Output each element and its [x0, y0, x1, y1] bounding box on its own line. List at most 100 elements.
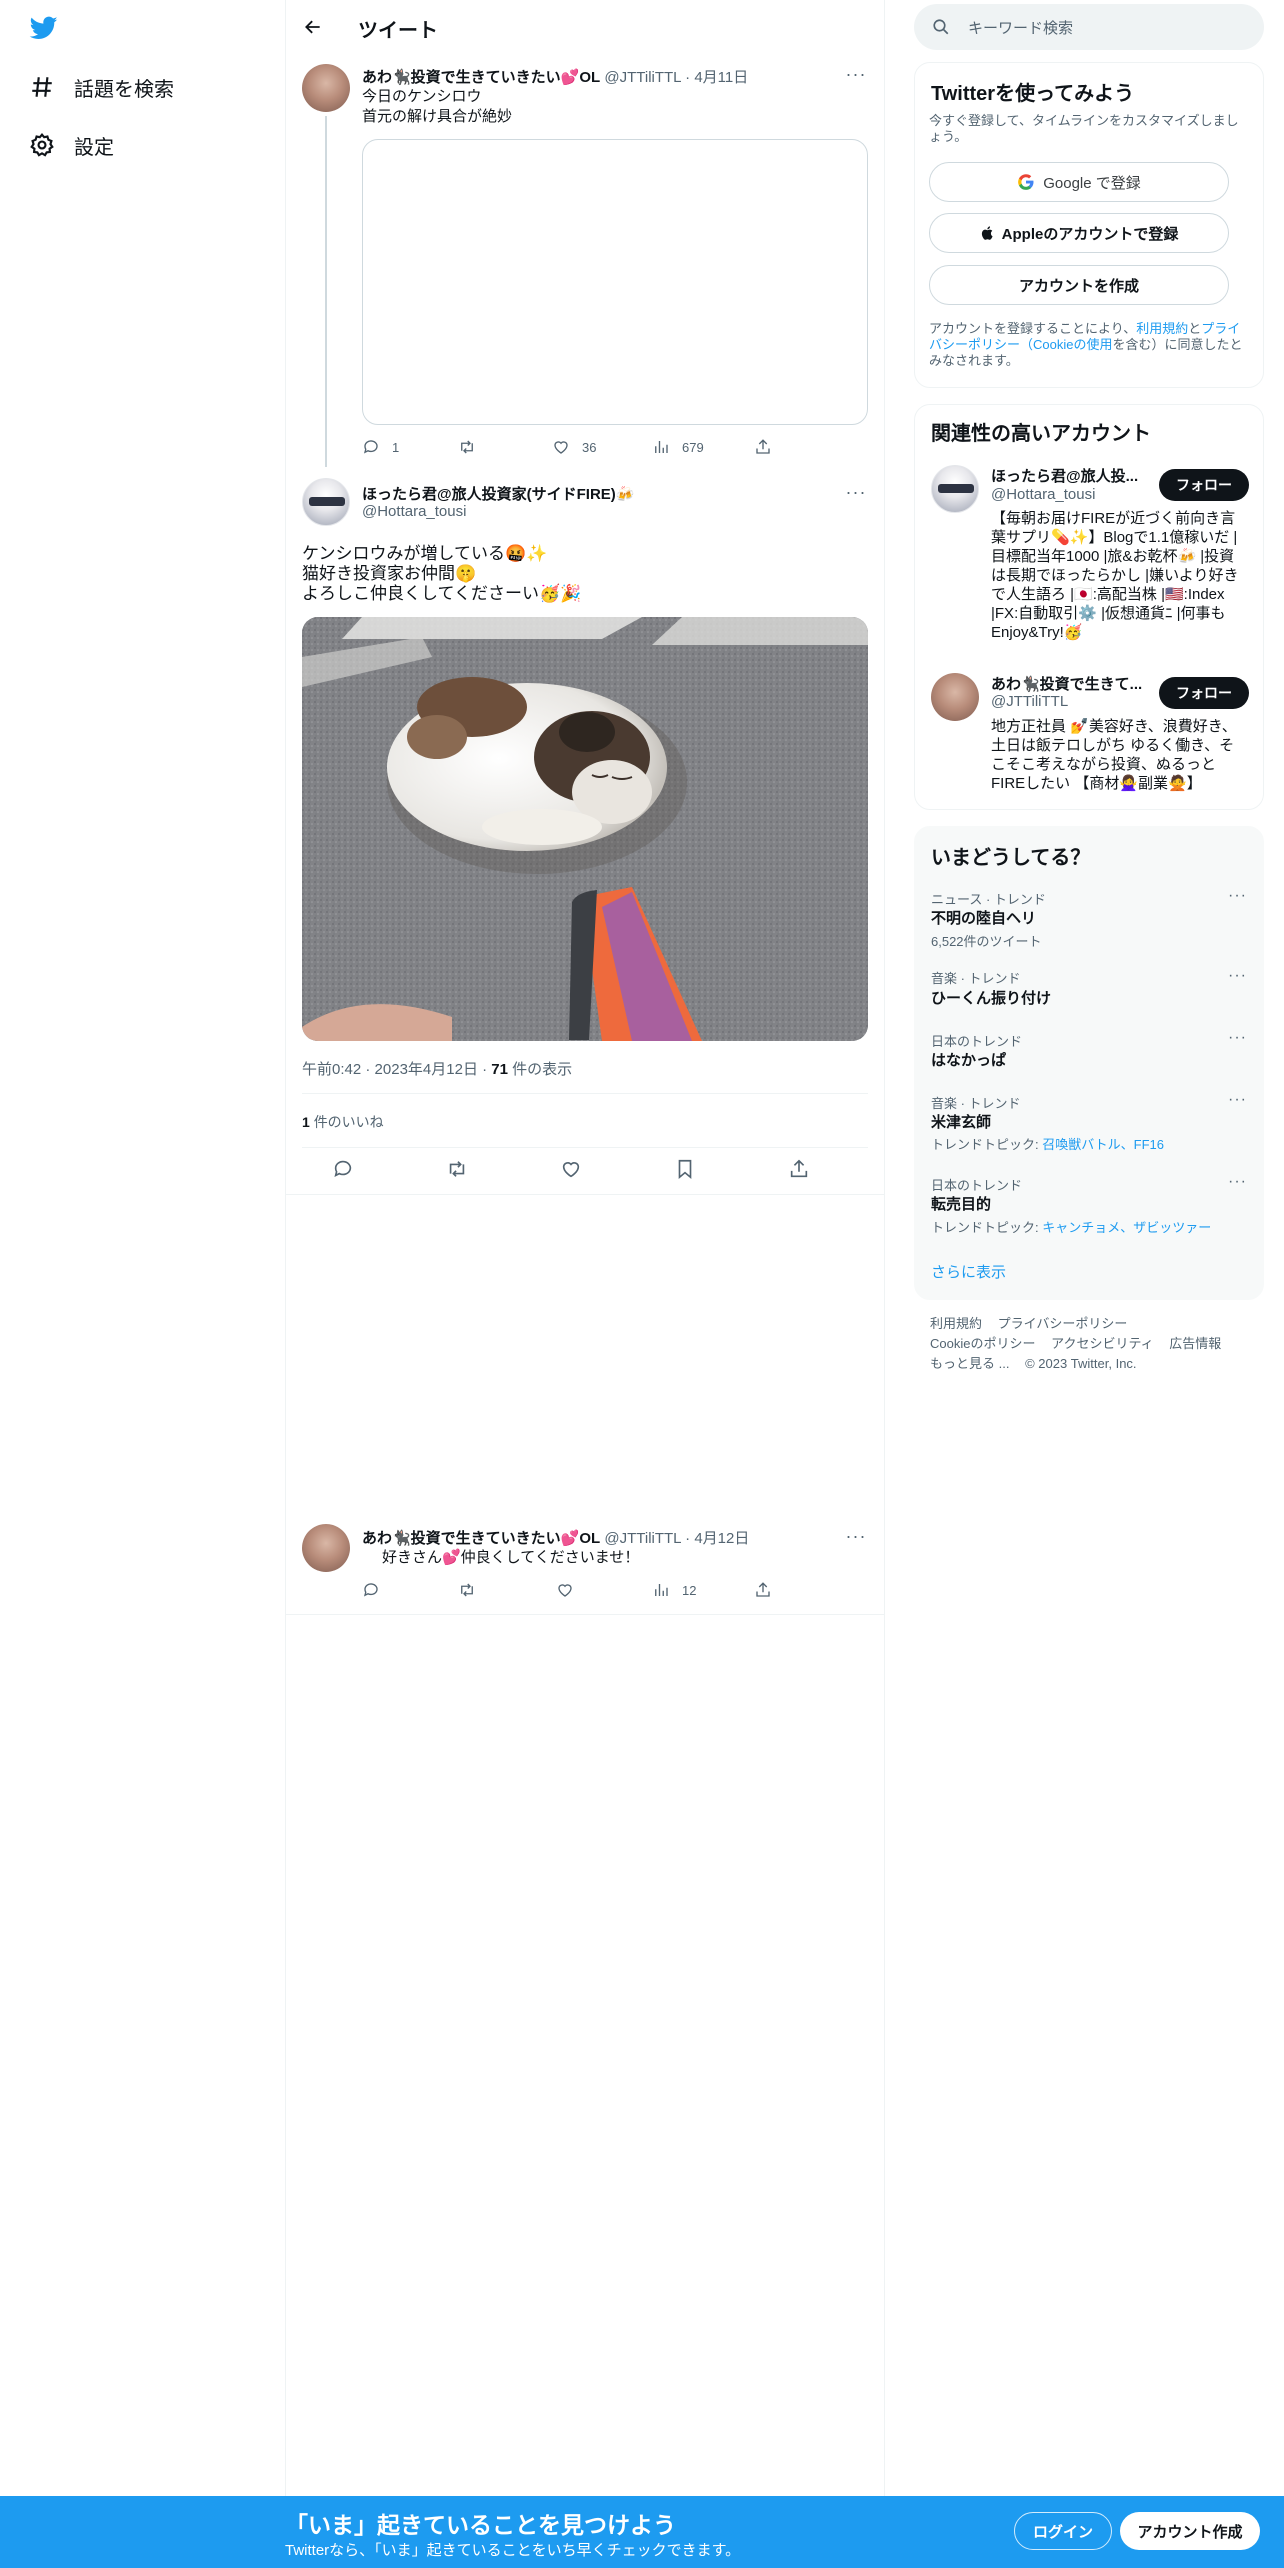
trend-category: ニュース · トレンド [931, 892, 1046, 907]
search-input[interactable]: キーワード検索 [914, 4, 1264, 50]
author-name[interactable]: あわ🐈‍⬛投資で生きていきたい💕OL [362, 69, 600, 86]
avatar[interactable] [302, 64, 350, 112]
avatar[interactable] [931, 465, 979, 513]
footer-ads[interactable]: 広告情報 [1169, 1336, 1221, 1351]
column-divider-right [884, 0, 885, 2496]
google-signup-label: Google で登録 [1043, 174, 1141, 192]
nav-explore[interactable]: 話題を検索 [28, 65, 174, 109]
retweet-button[interactable] [458, 438, 476, 456]
separator-dot: · [685, 1530, 691, 1547]
like-button[interactable] [556, 1581, 574, 1599]
author-handle[interactable]: @JTTiliTTL [604, 1530, 681, 1547]
retweet-icon [461, 1583, 473, 1597]
retweet-icon[interactable] [446, 1158, 468, 1185]
avatar[interactable] [302, 478, 350, 526]
tweet-header: あわ🐈‍⬛投資で生きていきたい💕OL @JTTiliTTL · 4月11日 [362, 66, 748, 87]
signup-subtitle: 今すぐ登録して、タイムラインをカスタマイズしましょう。 [929, 113, 1239, 144]
reply-button[interactable]: 1 [362, 438, 399, 456]
views-button[interactable]: 679 [652, 438, 704, 456]
avatar[interactable] [931, 673, 979, 721]
more-icon[interactable]: ··· [1228, 1091, 1247, 1109]
author-name[interactable]: ほったら君@旅人投資家(サイドFIRE)🍻 [362, 486, 634, 503]
left-navigation: 話題を検索 設定 [0, 0, 285, 2496]
create-account-label: アカウントを作成 [1018, 277, 1139, 295]
account-name[interactable]: ほったら君@旅人投... [991, 465, 1138, 486]
more-icon[interactable]: ··· [846, 482, 866, 502]
signup-button[interactable]: アカウント作成 [1120, 2512, 1260, 2550]
more-icon[interactable]: ··· [846, 1526, 866, 1546]
avatar[interactable] [302, 1524, 350, 1572]
create-account-button[interactable]: アカウントを作成 [929, 265, 1229, 305]
footer-more[interactable]: もっと見る ... [930, 1356, 1009, 1371]
apple-signup-button[interactable]: Appleのアカウントで登録 [929, 213, 1229, 253]
tweet-date[interactable]: 4月12日 [694, 1530, 749, 1547]
more-icon[interactable]: ··· [846, 64, 866, 84]
likes-summary[interactable]: 1 件のいいね [302, 1112, 384, 1132]
account-bio: 【毎朝お届けFIREが近づく前向き言葉サプリ💊✨】Blogで1.1億稼いだ |目… [991, 510, 1239, 641]
tweet-text: 好きさん💕仲良くしてくださいませ！ [382, 1549, 640, 1566]
reply-button[interactable] [362, 1581, 380, 1599]
show-more-link[interactable]: さらに表示 [931, 1261, 1006, 1282]
tweet-actions: 1 36 679 [362, 436, 868, 458]
tweet-media[interactable] [362, 139, 868, 425]
trend-topics-links[interactable]: 召喚獣バトル、FF16 [1042, 1137, 1164, 1152]
back-arrow-icon[interactable] [300, 14, 326, 40]
twitter-logo-icon[interactable] [28, 14, 60, 42]
tweet-time[interactable]: 午前0:42 [302, 1061, 361, 1078]
tweet-date[interactable]: 2023年4月12日 [375, 1061, 478, 1078]
share-icon [756, 1582, 770, 1597]
google-signup-button[interactable]: Google で登録 [929, 162, 1229, 202]
login-button[interactable]: ログイン [1014, 2512, 1112, 2550]
share-button[interactable] [754, 438, 772, 456]
heart-icon [558, 1584, 572, 1597]
reply-count: 1 [392, 439, 400, 455]
account-handle[interactable]: @Hottara_tousi [991, 486, 1095, 503]
views-button[interactable]: 12 [652, 1581, 696, 1599]
author-handle[interactable]: @Hottara_tousi [362, 503, 466, 520]
like-button[interactable]: 36 [552, 438, 596, 456]
heart-icon [554, 441, 568, 454]
signup-title: Twitterを使ってみよう [931, 83, 1135, 105]
more-icon[interactable]: ··· [1228, 1029, 1247, 1047]
page-title: ツイート [358, 20, 438, 42]
author-handle[interactable]: @JTTiliTTL [604, 69, 681, 86]
share-icon[interactable] [788, 1158, 810, 1185]
nav-settings[interactable]: 設定 [28, 123, 114, 167]
divider [302, 1093, 868, 1094]
separator-dot: · [685, 69, 691, 86]
trend-topics-links[interactable]: キャンチョメ、ザビッツァー [1042, 1220, 1211, 1235]
tweet-text-line: 今日のケンシロウ [362, 88, 482, 105]
header: ツイート [286, 0, 884, 53]
view-count: 12 [682, 1582, 697, 1598]
more-icon[interactable]: ··· [1228, 887, 1247, 905]
cat-photo[interactable] [302, 617, 868, 1041]
author-name[interactable]: あわ🐈‍⬛投資で生きていきたい💕OL [362, 1530, 600, 1547]
legal-text: アカウントを登録することにより、 [929, 321, 1137, 336]
terms-link[interactable]: 利用規約 [1136, 321, 1188, 336]
footer-cookie[interactable]: Cookieのポリシー [930, 1336, 1035, 1351]
trend-topics: トレンドトピック: 召喚獣バトル、FF16 [931, 1134, 1164, 1153]
trend-name: ひーくん振り付け [931, 990, 1052, 1007]
more-icon[interactable]: ··· [1228, 967, 1247, 985]
tweet-actions: 12 [362, 1580, 868, 1600]
main-column: ツイート あわ🐈‍⬛投資で生きていきたい💕OL @JTTiliTTL · 4月1… [286, 0, 884, 2496]
account-handle[interactable]: @JTTiliTTL [991, 693, 1068, 710]
thread-line [325, 116, 327, 467]
follow-button[interactable]: フォロー [1159, 469, 1249, 501]
bookmark-icon[interactable] [674, 1158, 696, 1185]
share-button[interactable] [754, 1581, 772, 1599]
footer-accessibility[interactable]: アクセシビリティ [1051, 1336, 1154, 1351]
account-name[interactable]: あわ🐈‍⬛投資で生きて... [991, 673, 1142, 694]
reply-icon[interactable] [332, 1158, 354, 1185]
retweet-button[interactable] [458, 1581, 476, 1599]
trend-category: 日本のトレンド [931, 1178, 1023, 1193]
footer-terms[interactable]: 利用規約 [930, 1316, 982, 1331]
footer-privacy[interactable]: プライバシーポリシー [998, 1316, 1128, 1331]
tweet-date[interactable]: 4月11日 [694, 69, 748, 86]
trend-topics: トレンドトピック: キャンチョメ、ザビッツァー [931, 1217, 1211, 1236]
heart-icon[interactable] [560, 1158, 582, 1185]
trend-name: 米津玄師 [931, 1114, 992, 1131]
apple-signup-label: Appleのアカウントで登録 [1001, 225, 1179, 243]
more-icon[interactable]: ··· [1228, 1173, 1247, 1191]
follow-button[interactable]: フォロー [1159, 677, 1249, 709]
